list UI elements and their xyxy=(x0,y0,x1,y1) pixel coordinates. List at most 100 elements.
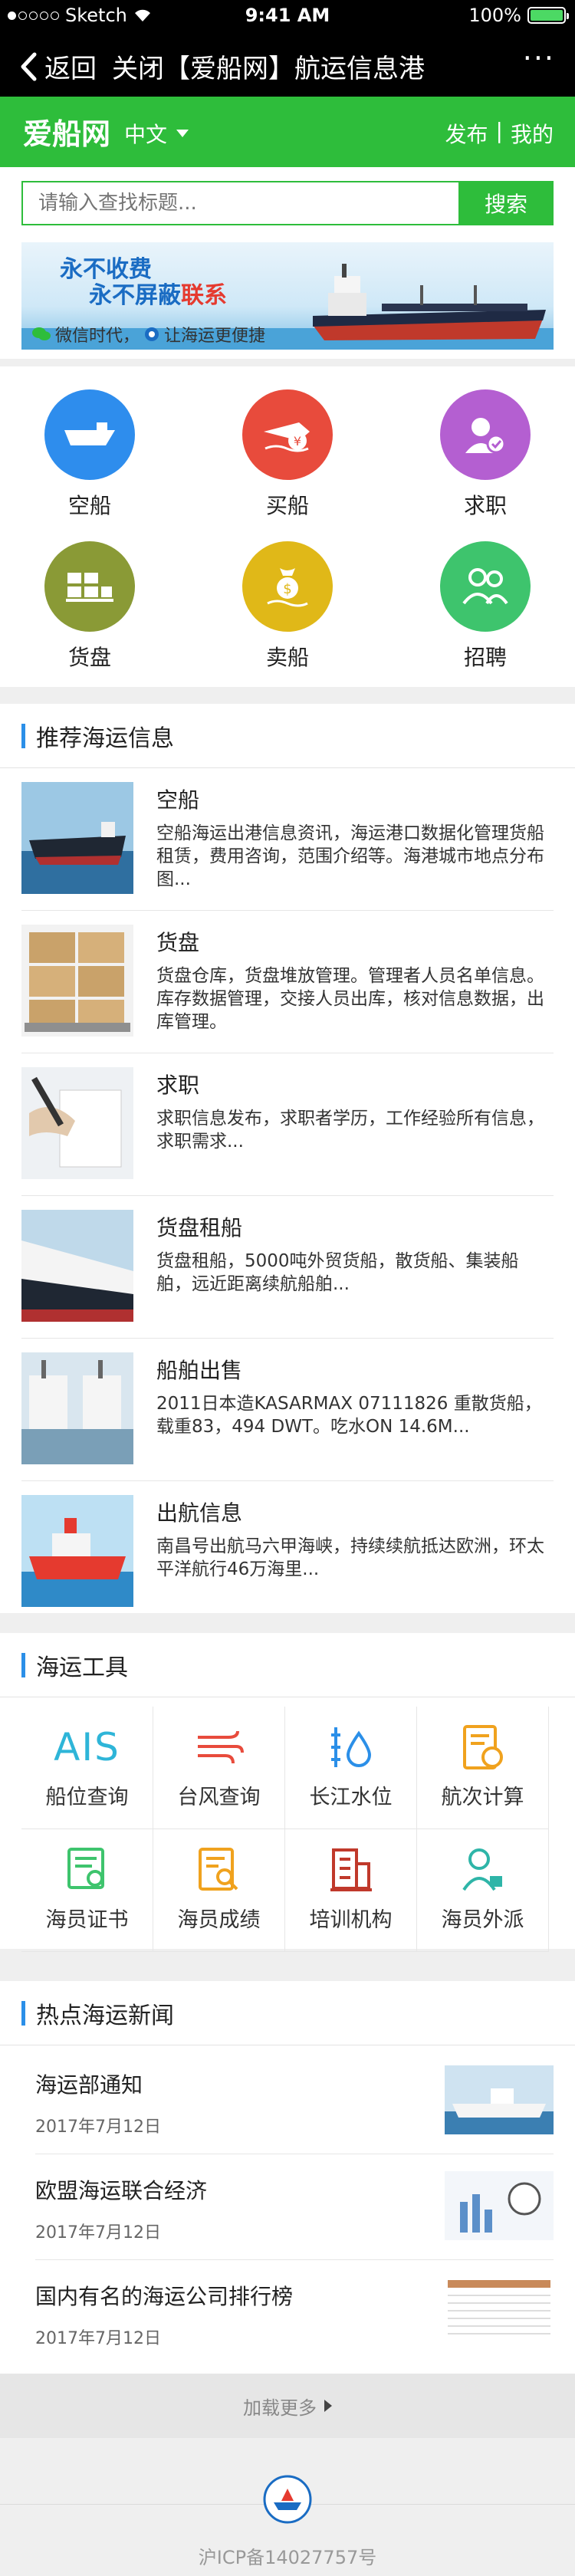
chevron-right-icon xyxy=(324,2400,332,2412)
banner-line-2: 永不屏蔽联系 xyxy=(89,276,227,310)
chevron-down-icon xyxy=(176,130,189,137)
footer: 沪ICP备14027757号 xyxy=(0,2438,575,2576)
banner-line-2b: 联系 xyxy=(181,282,227,309)
promo-banner[interactable]: 永不收费 永不屏蔽联系 微信时代， 让海运更便捷 xyxy=(21,242,554,350)
link-divider: | xyxy=(495,118,503,143)
category-label: 货盘 xyxy=(67,645,111,670)
publish-link[interactable]: 发布 xyxy=(445,118,488,149)
job-seek-icon xyxy=(440,389,531,480)
close-button[interactable]: 关闭 xyxy=(112,48,164,85)
site-logo[interactable]: 爱船网 xyxy=(23,110,110,153)
news-date: 2017年7月12日 xyxy=(35,2329,161,2348)
category-label: 招聘 xyxy=(463,645,507,670)
tool-dispatch[interactable]: 海员外派 xyxy=(417,1829,549,1952)
info-thumb xyxy=(21,782,133,894)
tool-label: 长江水位 xyxy=(309,1786,393,1809)
anchor-logo-icon xyxy=(145,327,159,341)
info-desc: 2011日本造KASARMAX 07111826 重散货船，载重83，494 D… xyxy=(156,1394,542,1437)
tool-training[interactable]: 培训机构 xyxy=(285,1829,417,1952)
search-input[interactable] xyxy=(21,181,458,225)
news-title: 海运部通知 xyxy=(35,2072,143,2098)
icp-license: 沪ICP备14027757号 xyxy=(198,2547,377,2568)
info-item-ship-sale[interactable]: 船舶出售 2011日本造KASARMAX 07111826 重散货船，载重83，… xyxy=(21,1339,554,1481)
recommend-title-text: 推荐海运信息 xyxy=(36,724,174,752)
water-level-icon xyxy=(285,1720,416,1774)
news-title: 国内有名的海运公司排行榜 xyxy=(35,2284,294,2309)
info-desc: 货盘仓库，货盘堆放管理。管理者人员名单信息。库存数据管理，交接人员出库，核对信息… xyxy=(156,966,544,1032)
dispatch-icon xyxy=(417,1843,548,1897)
certificate-icon xyxy=(21,1843,153,1897)
tool-voyage-calc[interactable]: 航次计算 xyxy=(417,1707,549,1829)
back-label: 返回 xyxy=(44,54,97,84)
news-item[interactable]: 海运部通知 2017年7月12日 xyxy=(35,2050,554,2154)
mine-link[interactable]: 我的 xyxy=(511,118,554,149)
language-label: 中文 xyxy=(124,122,168,147)
tool-label: 海员证书 xyxy=(45,1908,129,1932)
status-bar: Sketch 9:41 AM 100% xyxy=(0,0,575,31)
category-recruit[interactable]: 招聘 xyxy=(409,541,562,679)
status-right: 100% xyxy=(468,5,569,26)
category-label: 空船 xyxy=(67,493,111,518)
news-title: 热点海运新闻 xyxy=(0,1981,575,2045)
info-title: 求职 xyxy=(156,1073,200,1098)
category-label: 卖船 xyxy=(265,645,309,670)
tool-water-level[interactable]: 长江水位 xyxy=(285,1707,417,1829)
info-item-job[interactable]: 求职 求职信息发布，求职者学历，工作经验所有信息，求职需求... xyxy=(21,1053,554,1196)
category-sell-ship[interactable]: $ 卖船 xyxy=(211,541,364,679)
news-thumb xyxy=(445,2065,554,2134)
recommend-title: 推荐海运信息 xyxy=(0,704,575,768)
recommend-section: 推荐海运信息 空船 空船海运出港信息资讯，海运港口数据化管理货船租赁，费用咨询，… xyxy=(0,704,575,1613)
load-more-label: 加载更多 xyxy=(243,2397,317,2419)
info-title: 出航信息 xyxy=(156,1500,243,1526)
footer-logo xyxy=(263,2475,312,2524)
info-thumb xyxy=(21,1495,133,1607)
svg-text:$: $ xyxy=(283,581,291,597)
info-item-departure[interactable]: 出航信息 南昌号出航马六甲海峡，持续续航抵达欧洲，环太平洋航行46万海里... xyxy=(21,1481,554,1624)
wechat-icon xyxy=(32,327,51,340)
news-item[interactable]: 国内有名的海运公司排行榜 2017年7月12日 xyxy=(35,2262,554,2366)
news-section: 热点海运新闻 海运部通知 2017年7月12日 欧盟海运联合经济 2017年7月… xyxy=(0,1981,575,2374)
news-date: 2017年7月12日 xyxy=(35,2223,161,2242)
back-button[interactable]: 返回 xyxy=(20,48,97,85)
tool-label: 航次计算 xyxy=(441,1786,524,1809)
banner-line-3: 微信时代， 让海运更便捷 xyxy=(32,322,265,347)
category-cargo[interactable]: 货盘 xyxy=(13,541,166,679)
category-empty-ship[interactable]: 空船 xyxy=(13,389,166,527)
tool-certificate[interactable]: 海员证书 xyxy=(21,1829,153,1952)
tool-label: 培训机构 xyxy=(309,1908,393,1932)
language-selector[interactable]: 中文 xyxy=(124,118,189,149)
news-title-text: 热点海运新闻 xyxy=(36,2002,174,2029)
tool-typhoon[interactable]: 台风查询 xyxy=(153,1707,285,1829)
page-title: 【爱船网】航运信息港 xyxy=(164,54,425,84)
title-accent-bar xyxy=(21,2000,25,2026)
info-item-charter[interactable]: 货盘租船 货盘租船，5000吨外贸货船，散货船、集装船舶，远近距离续航船舶... xyxy=(21,1196,554,1339)
info-item-cargo[interactable]: 货盘 货盘仓库，货盘堆放管理。管理者人员名单信息。库存数据管理，交接人员出库，核… xyxy=(21,911,554,1053)
category-job-seek[interactable]: 求职 xyxy=(409,389,562,527)
search-button[interactable]: 搜索 xyxy=(458,181,554,225)
category-grid: 空船 ¥ 买船 求职 货盘 $ 卖船 招聘 xyxy=(0,366,575,687)
recruit-icon xyxy=(440,541,531,632)
tool-score[interactable]: 海员成绩 xyxy=(153,1829,285,1952)
header-links: 发布 | 我的 xyxy=(445,118,554,149)
info-desc: 南昌号出航马六甲海峡，持续续航抵达欧洲，环太平洋航行46万海里... xyxy=(156,1536,544,1579)
category-buy-ship[interactable]: ¥ 买船 xyxy=(211,389,364,527)
info-title: 货盘 xyxy=(156,930,200,955)
tools-section: 海运工具 AIS 船位查询 台风查询 长江水位 航次计算 海员证书 海员成绩 培… xyxy=(0,1633,575,1952)
more-menu-button[interactable]: ··· xyxy=(523,41,555,75)
tool-ship-position[interactable]: AIS 船位查询 xyxy=(21,1707,153,1829)
load-more-button[interactable]: 加载更多 xyxy=(0,2374,575,2438)
battery-icon xyxy=(527,7,569,24)
tools-title-text: 海运工具 xyxy=(36,1654,128,1681)
news-date: 2017年7月12日 xyxy=(35,2118,161,2137)
nav-bar: 返回 关闭 【爱船网】航运信息港 ··· xyxy=(0,31,575,97)
news-thumb xyxy=(445,2277,554,2346)
banner-line-3a: 微信时代， xyxy=(55,327,140,346)
info-item-empty-ship[interactable]: 空船 空船海运出港信息资讯，海运港口数据化管理货船租赁，费用咨询，范围介绍等。海… xyxy=(21,768,554,911)
tool-label: 海员外派 xyxy=(441,1908,524,1932)
news-item[interactable]: 欧盟海运联合经济 2017年7月12日 xyxy=(35,2156,554,2260)
chevron-left-icon xyxy=(21,52,37,80)
category-label: 求职 xyxy=(463,493,507,518)
info-desc: 空船海运出港信息资讯，海运港口数据化管理货船租赁，费用咨询，范围介绍等。海港城市… xyxy=(156,823,544,889)
info-title: 空船 xyxy=(156,787,200,813)
score-icon xyxy=(153,1843,284,1897)
